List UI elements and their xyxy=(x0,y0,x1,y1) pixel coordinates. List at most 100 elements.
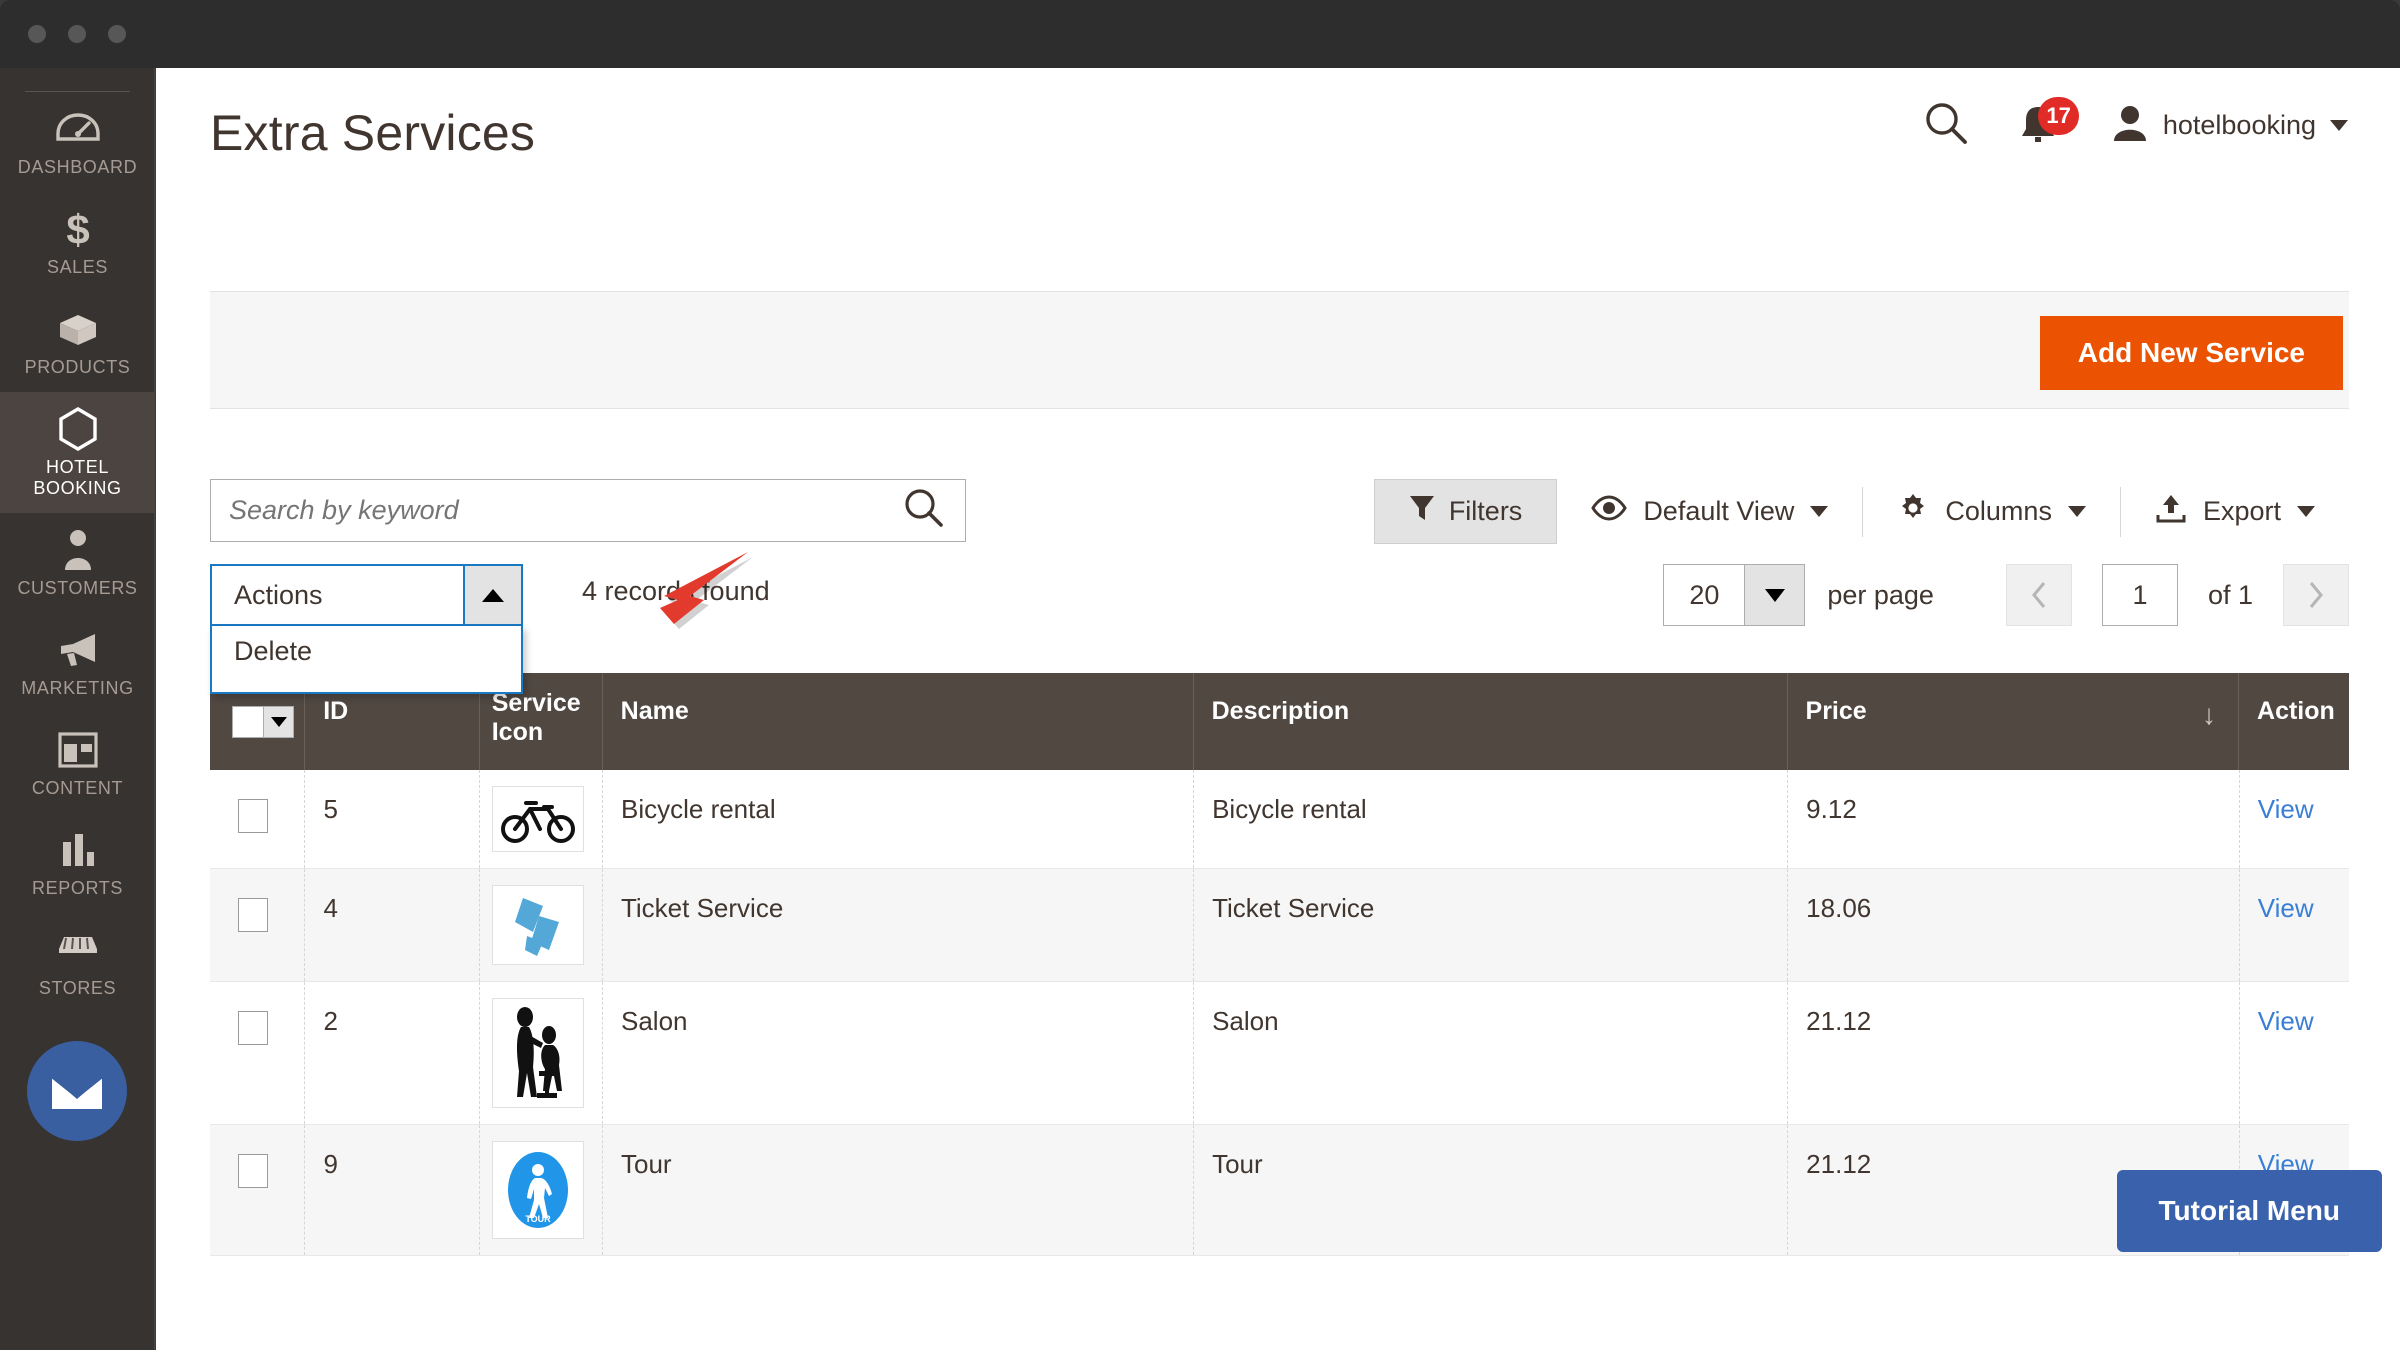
cell-service-icon xyxy=(480,770,603,868)
notifications-button[interactable]: 17 xyxy=(2017,103,2063,149)
sidebar-item-stores[interactable]: STORES xyxy=(0,913,155,1013)
megaphone-icon xyxy=(4,629,151,671)
gear-icon xyxy=(1897,492,1929,531)
per-page-toggle[interactable] xyxy=(1744,565,1804,625)
page-number-input[interactable]: 1 xyxy=(2102,564,2178,626)
next-page-button[interactable] xyxy=(2283,564,2349,626)
grid-header-row: ID Service Icon Name Description Price ↓… xyxy=(210,673,2349,770)
cell-name: Tour xyxy=(603,1125,1194,1255)
sidebar-item-products[interactable]: PRODUCTS xyxy=(0,292,155,392)
tickets-icon xyxy=(492,885,584,965)
header-tools: 17 hotelbooking xyxy=(1923,100,2348,151)
minimize-button[interactable] xyxy=(68,25,86,43)
sidebar-item-content[interactable]: CONTENT xyxy=(0,713,155,813)
export-dropdown[interactable]: Export xyxy=(2121,493,2349,530)
actions-menu-item-delete[interactable]: Delete xyxy=(212,626,521,677)
row-select-cell xyxy=(210,770,305,868)
filters-label: Filters xyxy=(1449,496,1523,527)
row-checkbox[interactable] xyxy=(238,799,268,833)
maximize-button[interactable] xyxy=(108,25,126,43)
page-title: Extra Services xyxy=(210,104,535,162)
cell-description: Bicycle rental xyxy=(1194,770,1788,868)
app-window: DASHBOARD $ SALES PRODUCTS HOTEL BOOKING xyxy=(0,0,2400,1350)
sidebar-item-hotel-booking[interactable]: HOTEL BOOKING xyxy=(0,392,155,513)
cell-id: 9 xyxy=(305,1125,480,1255)
table-row[interactable]: 5 Bicycle rental Bicycle rental 9.12 Vie… xyxy=(210,770,2349,869)
sidebar-item-sales[interactable]: $ SALES xyxy=(0,192,155,292)
close-button[interactable] xyxy=(28,25,46,43)
sidebar-label: CONTENT xyxy=(4,778,151,799)
default-view-dropdown[interactable]: Default View xyxy=(1557,494,1862,529)
previous-page-button[interactable] xyxy=(2006,564,2072,626)
search-icon[interactable] xyxy=(1923,100,1969,151)
main-sidebar: DASHBOARD $ SALES PRODUCTS HOTEL BOOKING xyxy=(0,68,155,1350)
user-menu[interactable]: hotelbooking xyxy=(2111,103,2348,148)
cell-id: 5 xyxy=(305,770,480,868)
window-controls xyxy=(28,25,126,43)
cell-id: 2 xyxy=(305,982,480,1124)
magnifier-icon[interactable] xyxy=(903,487,965,534)
row-checkbox[interactable] xyxy=(238,1154,268,1188)
user-name: hotelbooking xyxy=(2163,110,2316,141)
bicycle-icon xyxy=(492,786,584,852)
table-row[interactable]: 9 TOUR Tour Tour 21.12 View xyxy=(210,1125,2349,1256)
person-icon xyxy=(4,529,151,571)
sidebar-label: DASHBOARD xyxy=(4,157,151,178)
chevron-down-icon xyxy=(2297,506,2315,517)
page-total-label: of 1 xyxy=(2208,580,2253,611)
columns-dropdown[interactable]: Columns xyxy=(1863,492,2120,531)
table-row[interactable]: 4 Ticket Service Ticket Service 18.06 Vi… xyxy=(210,869,2349,982)
view-link[interactable]: View xyxy=(2258,1006,2314,1036)
search-box[interactable] xyxy=(210,479,966,542)
row-select-cell xyxy=(210,982,305,1124)
export-label: Export xyxy=(2203,496,2281,527)
table-row[interactable]: 2 Salon Salon 21.12 View xyxy=(210,982,2349,1125)
chevron-up-icon xyxy=(482,589,504,602)
view-link[interactable]: View xyxy=(2258,893,2314,923)
cell-price: 21.12 xyxy=(1788,982,2240,1124)
cell-action: View xyxy=(2240,982,2349,1124)
cell-id: 4 xyxy=(305,869,480,981)
chevron-down-icon xyxy=(2068,506,2086,517)
checkbox-dropdown-icon[interactable] xyxy=(232,706,294,738)
default-view-label: Default View xyxy=(1643,496,1794,527)
cell-description: Salon xyxy=(1194,982,1788,1124)
notification-badge: 17 xyxy=(2038,97,2078,135)
sidebar-item-customers[interactable]: CUSTOMERS xyxy=(0,513,155,613)
storefront-icon xyxy=(4,929,151,971)
add-new-service-button[interactable]: Add New Service xyxy=(2040,316,2343,390)
column-header-price[interactable]: Price ↓ xyxy=(1788,673,2239,770)
per-page-value: 20 xyxy=(1664,580,1744,611)
column-header-name[interactable]: Name xyxy=(603,673,1194,770)
sidebar-label: HOTEL BOOKING xyxy=(4,457,151,499)
filters-button[interactable]: Filters xyxy=(1374,479,1558,544)
envelope-icon[interactable] xyxy=(27,1041,127,1141)
select-all-toggle[interactable] xyxy=(263,707,293,737)
grid-toolbar: Filters Default View Co xyxy=(210,479,2349,551)
actions-dropdown[interactable]: Actions xyxy=(210,564,523,626)
view-link[interactable]: View xyxy=(2258,794,2314,824)
sidebar-item-reports[interactable]: REPORTS xyxy=(0,813,155,913)
actions-dropdown-toggle[interactable] xyxy=(463,566,521,624)
eye-icon xyxy=(1591,494,1627,529)
search-input[interactable] xyxy=(211,495,903,526)
bar-chart-icon xyxy=(4,829,151,871)
select-all-checkbox[interactable] xyxy=(233,707,263,737)
cell-description: Ticket Service xyxy=(1194,869,1788,981)
row-checkbox[interactable] xyxy=(238,1011,268,1045)
sidebar-label: CUSTOMERS xyxy=(4,578,151,599)
column-header-description[interactable]: Description xyxy=(1194,673,1788,770)
cell-name: Bicycle rental xyxy=(603,770,1194,868)
tutorial-menu-button[interactable]: Tutorial Menu xyxy=(2117,1170,2382,1252)
cell-description: Tour xyxy=(1194,1125,1788,1255)
per-page-select[interactable]: 20 xyxy=(1663,564,1805,626)
sidebar-item-dashboard[interactable]: DASHBOARD xyxy=(0,92,155,192)
sidebar-item-marketing[interactable]: MARKETING xyxy=(0,613,155,713)
dollar-icon: $ xyxy=(4,208,151,250)
page-container: Extra Services 17 hotelbooking xyxy=(156,68,2400,1350)
page-actions-strip: Add New Service xyxy=(210,291,2349,409)
cell-action: View xyxy=(2240,770,2349,868)
row-select-cell xyxy=(210,869,305,981)
toolbar-right-controls: Filters Default View Co xyxy=(1374,479,2349,544)
row-checkbox[interactable] xyxy=(238,898,268,932)
